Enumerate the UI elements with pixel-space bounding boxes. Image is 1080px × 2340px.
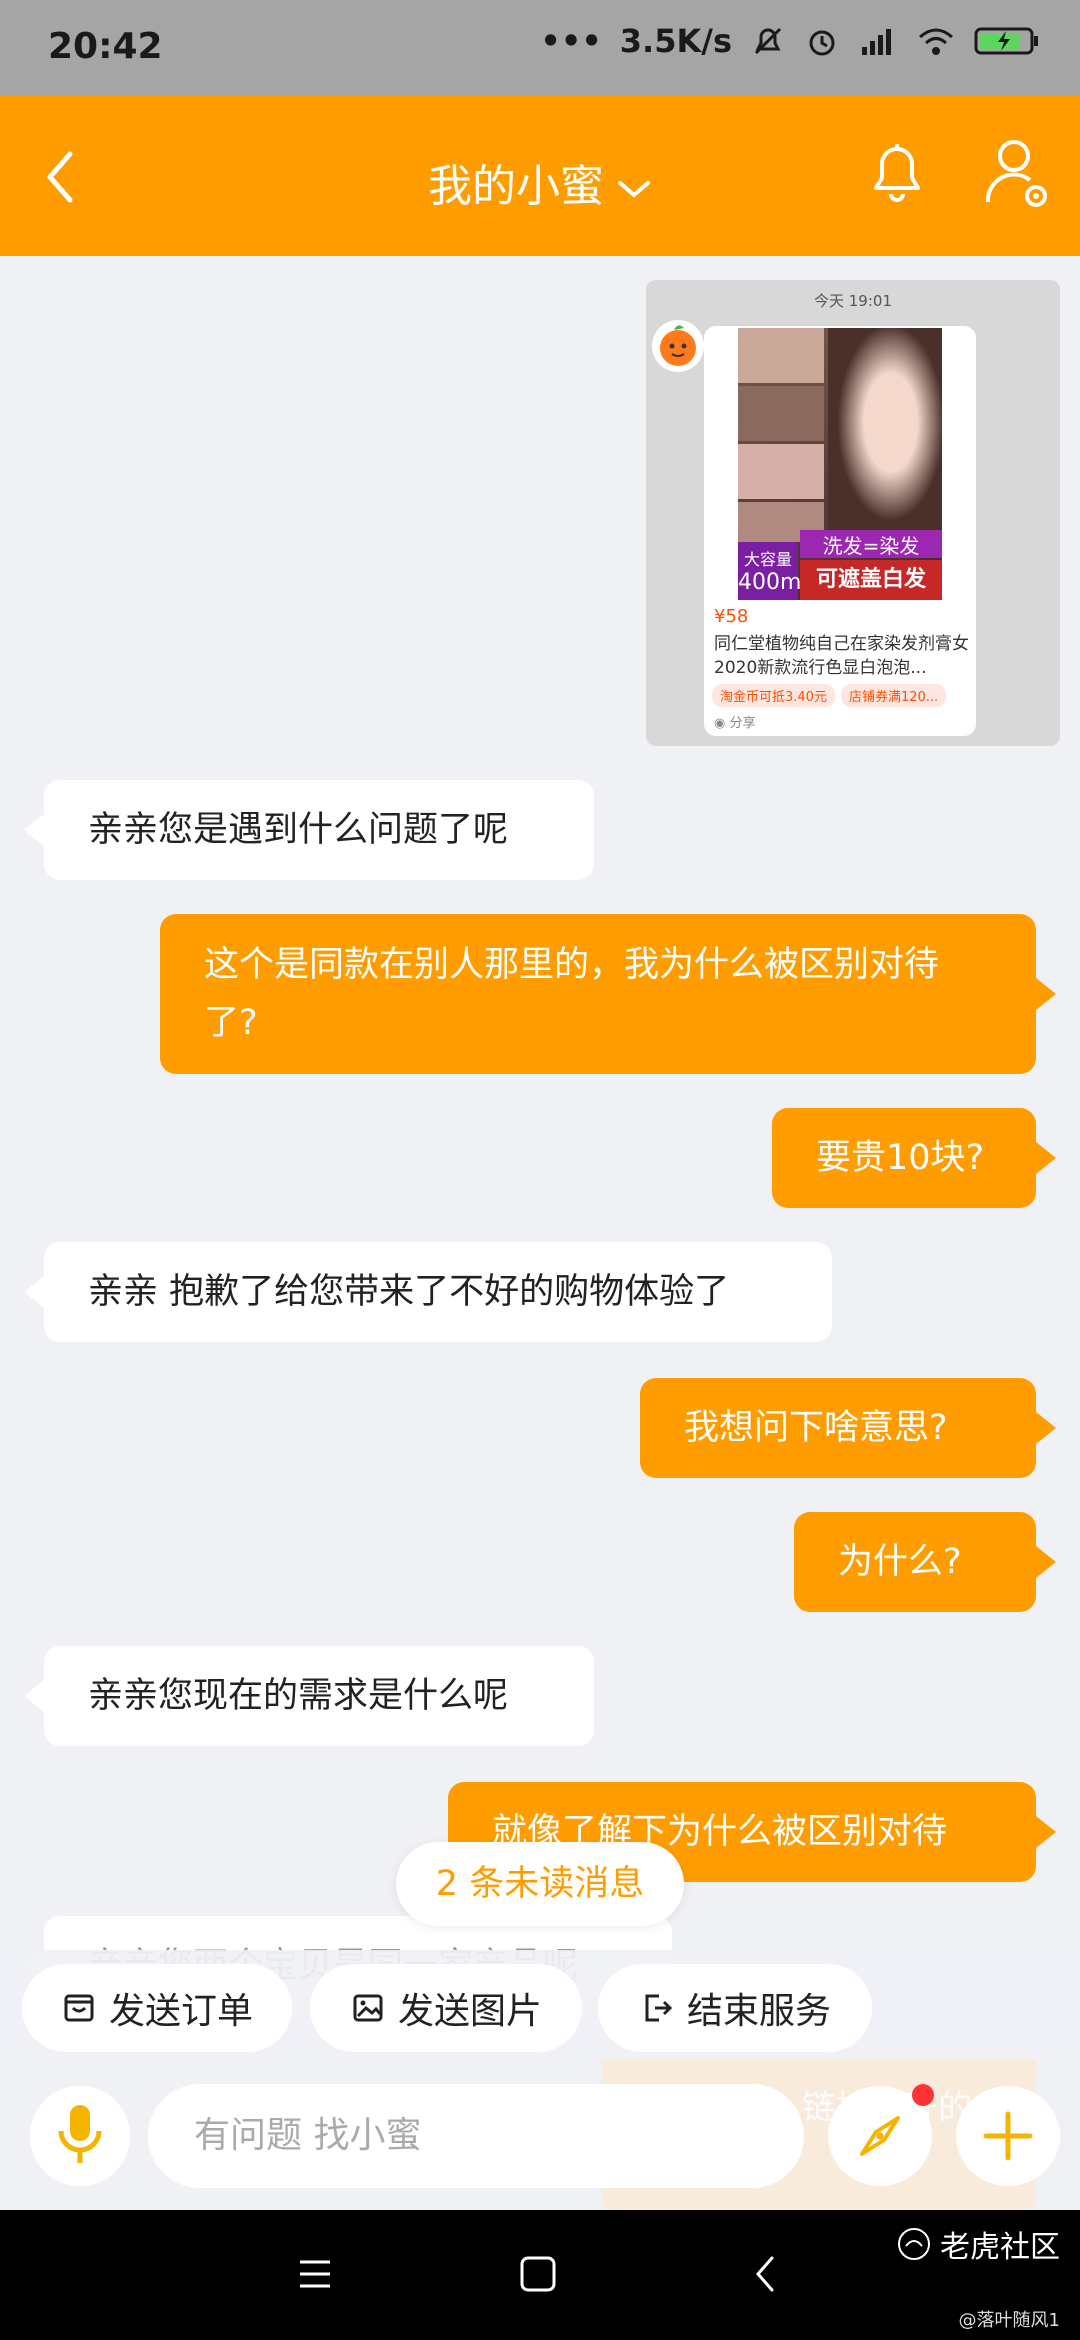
notification-dot <box>912 2084 934 2106</box>
message-text: 为什么? <box>838 1542 962 1582</box>
shared-product-message: 今天 19:01 大容量 400ml 洗发=染发 可遮盖白发 ¥58 同仁堂植物纯… <box>646 280 1060 746</box>
share-text: 分享 <box>729 716 756 731</box>
chat-bubble-user: 要贵10块? <box>772 1108 1056 1208</box>
user-gear-icon[interactable] <box>982 136 1052 212</box>
microphone-icon <box>58 2105 102 2163</box>
message-input[interactable]: 有问题 找小蜜 <box>148 2084 804 2188</box>
chevron-down-icon <box>618 181 650 198</box>
coin-tag: 淘金币可抵3.40元 <box>712 684 835 707</box>
exit-icon <box>645 1994 673 2022</box>
watermark-user: @落叶随风1 <box>958 2310 1060 2331</box>
avatar[interactable] <box>652 320 704 372</box>
chat-bubble-user: 我想问下啥意思? <box>640 1378 1056 1478</box>
message-timestamp: 今天 19:01 <box>814 292 892 310</box>
back-nav-icon[interactable] <box>750 2254 780 2294</box>
capacity-value: 400ml <box>738 570 808 595</box>
chat-bubble-agent: 亲亲您是遇到什么问题了呢 <box>24 780 594 880</box>
coupon-tag: 店铺券满120... <box>840 684 947 707</box>
capacity-label: 大容量 <box>743 550 792 569</box>
send-order-label: 发送订单 <box>108 1991 253 2032</box>
page-title: 我的小蜜 <box>428 161 604 212</box>
chat-bubble-agent: 亲亲 抱歉了给您带来了不好的购物体验了 <box>24 1242 832 1342</box>
product-image: 大容量 400ml 洗发=染发 可遮盖白发 <box>738 328 942 600</box>
product-tags: 淘金币可抵3.40元 店铺券满120... <box>712 684 947 707</box>
network-speed: 3.5K/s <box>619 22 732 60</box>
menu-icon[interactable] <box>298 2254 332 2294</box>
message-text: 亲亲 抱歉了给您带来了不好的购物体验了 <box>88 1272 730 1312</box>
product-description: 同仁堂植物纯自己在家染发剂膏女2020新款流行色显白泡泡... <box>714 634 969 678</box>
product-price: ¥58 <box>714 606 749 627</box>
message-text: 要贵10块? <box>816 1138 985 1178</box>
message-text: 我想问下啥意思? <box>684 1408 948 1448</box>
tiger-logo-icon <box>898 2228 930 2260</box>
quick-actions-bar: 发送订单 发送图片 结束服务 <box>0 1950 1080 2060</box>
message-text: 这个是同款在别人那里的，我为什么被区别对待了? <box>204 945 940 1043</box>
battery-charging-icon <box>974 27 1038 55</box>
chat-bubble-agent: 亲亲您现在的需求是什么呢 <box>24 1646 594 1746</box>
message-text: 亲亲您是遇到什么问题了呢 <box>88 810 509 850</box>
home-icon[interactable] <box>518 2254 558 2294</box>
order-icon <box>64 1994 94 2022</box>
watermark-brand: 老虎社区 <box>940 2230 1060 2265</box>
share-label: ◉ 分享 <box>714 716 756 731</box>
plus-icon <box>983 2111 1033 2161</box>
voice-input-button[interactable] <box>30 2086 130 2186</box>
more-options-button[interactable] <box>956 2086 1060 2186</box>
watermark: 老虎社区 <box>896 2222 1060 2266</box>
capacity-badge: 大容量 400ml <box>738 542 808 600</box>
image-icon <box>353 1994 383 2022</box>
compass-icon <box>860 2116 900 2156</box>
send-image-button[interactable]: 发送图片 <box>310 1964 582 2052</box>
send-image-label: 发送图片 <box>397 1991 542 2032</box>
mute-icon <box>754 27 782 55</box>
chat-bubble-user: 为什么? <box>794 1512 1056 1612</box>
alarm-icon <box>809 30 835 56</box>
end-service-button[interactable]: 结束服务 <box>598 1964 872 2052</box>
status-icons: ••• 3.5K/s <box>540 22 1040 60</box>
wifi-icon <box>919 28 953 55</box>
dots-icon: ••• <box>540 22 602 60</box>
status-bar: 20:42 ••• 3.5K/s <box>0 0 1080 96</box>
bell-icon[interactable] <box>866 138 928 208</box>
app-header: 我的小蜜 <box>0 96 1080 256</box>
hd-signal-icon <box>862 29 891 55</box>
end-service-label: 结束服务 <box>686 1991 831 2032</box>
send-order-button[interactable]: 发送订单 <box>22 1964 292 2052</box>
status-time: 20:42 <box>48 26 163 67</box>
chat-bubble-user: 这个是同款在别人那里的，我为什么被区别对待了? <box>160 914 1056 1074</box>
wash-badge: 洗发=染发 <box>800 530 942 558</box>
unread-messages-pill[interactable]: 2 条未读消息 <box>396 1842 684 1926</box>
message-text: 亲亲您现在的需求是什么呢 <box>88 1676 509 1716</box>
cover-badge: 可遮盖白发 <box>800 560 942 600</box>
product-card[interactable]: 大容量 400ml 洗发=染发 可遮盖白发 ¥58 同仁堂植物纯自己在家染发剂膏女… <box>704 326 976 736</box>
